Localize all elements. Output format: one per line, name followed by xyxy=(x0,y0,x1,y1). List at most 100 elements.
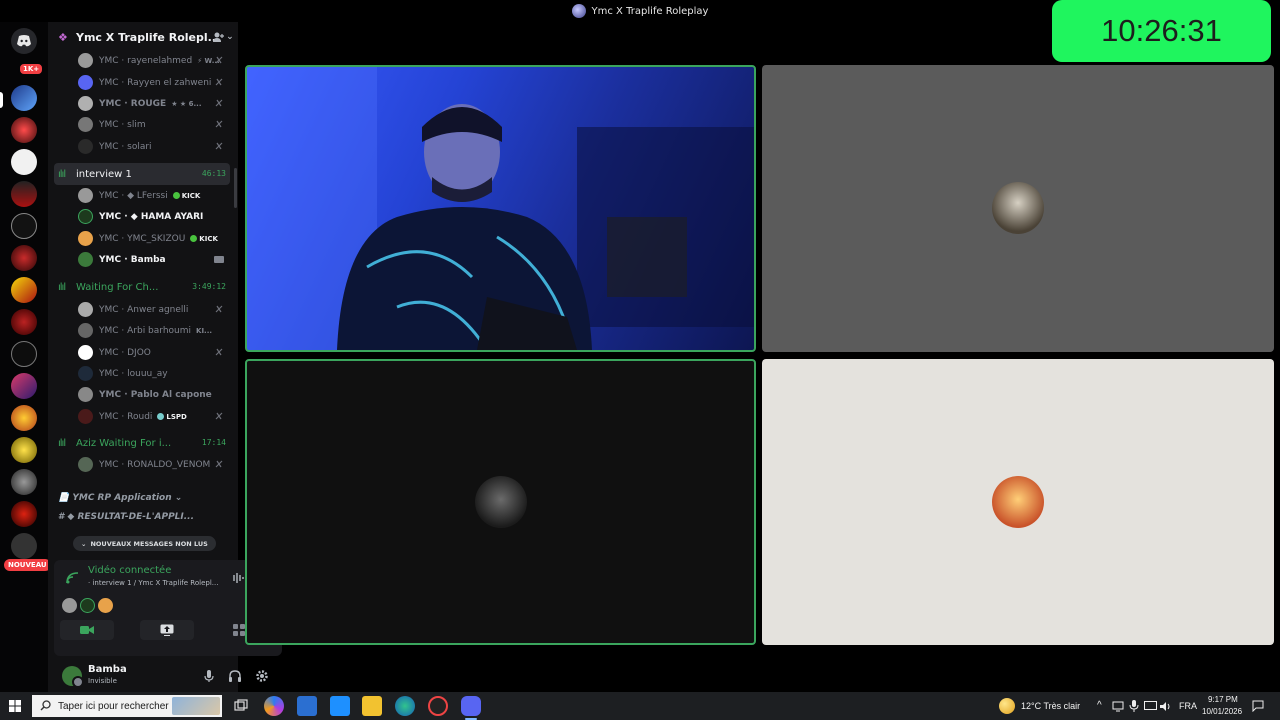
server-icon[interactable] xyxy=(11,149,37,175)
server-icon[interactable] xyxy=(11,85,37,111)
voice-member[interactable]: YMC · slim xyxy=(48,114,234,135)
user-status: Invisible xyxy=(88,677,117,685)
voice-member[interactable]: YMC · DJOO xyxy=(48,342,234,363)
outlook-icon[interactable] xyxy=(330,696,350,716)
avatar xyxy=(98,598,113,613)
server-icon[interactable] xyxy=(11,245,37,271)
invite-people-icon[interactable] xyxy=(212,31,224,43)
discord-taskbar-icon[interactable] xyxy=(461,696,481,720)
video-tile-participant[interactable] xyxy=(762,359,1274,645)
server-icon[interactable] xyxy=(11,341,37,367)
voice-member[interactable]: YMC · Arbi barhoumi KI... xyxy=(48,320,234,341)
voice-member[interactable]: YMC · RONALDO_VENOM xyxy=(48,454,234,475)
voice-member[interactable]: YMC · ◆ LFerssi KICK xyxy=(48,185,234,206)
voice-member[interactable]: YMC · YMC_SKIZOU KICK xyxy=(48,228,234,249)
windows-icon xyxy=(9,700,21,712)
voice-member[interactable]: YMC · Bamba xyxy=(48,249,234,270)
voice-member[interactable]: YMC · Rayyen el zahweni xyxy=(48,72,234,93)
server-icon[interactable] xyxy=(11,213,37,239)
category-header[interactable]: 📄 YMC RP Application ⌄ xyxy=(58,493,182,503)
member-name: YMC · ROUGE xyxy=(99,98,167,109)
member-name: YMC · RONALDO_VENOM xyxy=(99,459,211,470)
avatar xyxy=(78,457,93,472)
display-icon[interactable] xyxy=(1144,701,1157,712)
noise-suppression-icon[interactable] xyxy=(230,572,244,584)
voice-member[interactable]: YMC · ◆ HAMA AYARI xyxy=(48,206,234,227)
voice-member[interactable]: YMC · ROUGE ★ ★ 6... xyxy=(48,93,234,114)
voice-channel-aziz[interactable]: ılıl Aziz Waiting For i... 17:14 xyxy=(54,432,230,454)
volume-icon[interactable] xyxy=(1160,701,1172,712)
notifications-icon[interactable] xyxy=(1252,700,1264,712)
language-indicator[interactable]: FRA xyxy=(1179,701,1197,711)
member-name: YMC · ◆ HAMA AYARI xyxy=(99,211,204,222)
voice-member[interactable]: YMC · rayenelahmed ⚡ W... xyxy=(48,50,234,71)
channel-name: Waiting For Ch... xyxy=(76,281,159,293)
server-icon[interactable] xyxy=(11,181,37,207)
headphones-icon[interactable] xyxy=(228,669,242,683)
server-icon[interactable] xyxy=(11,373,37,399)
task-view-button[interactable] xyxy=(231,696,251,716)
server-boost-icon: ❖ xyxy=(58,31,68,44)
deafened-icon xyxy=(215,120,223,128)
start-button[interactable] xyxy=(0,692,30,720)
server-icon[interactable] xyxy=(11,437,37,463)
sidebar-scrollbar[interactable] xyxy=(234,168,237,208)
new-servers-badge[interactable]: NOUVEAU xyxy=(4,559,51,571)
server-header[interactable]: ❖ Ymc X Traplife Rolepl... ⌄ xyxy=(48,22,238,52)
server-icon[interactable] xyxy=(11,469,37,495)
screen-share-button[interactable] xyxy=(140,620,194,640)
voice-member[interactable]: YMC · Roudi LSPD xyxy=(48,406,234,427)
avatar xyxy=(78,75,93,90)
discord-home-icon[interactable] xyxy=(11,28,37,54)
file-explorer-icon[interactable] xyxy=(362,696,382,716)
video-tile-participant[interactable] xyxy=(245,359,756,645)
edge-icon[interactable] xyxy=(395,696,415,716)
server-icon[interactable] xyxy=(11,533,37,559)
chevron-down-icon: ⌄ xyxy=(81,539,87,548)
member-name: YMC · slim xyxy=(99,119,146,130)
voice-member[interactable]: YMC · Anwer agnelli xyxy=(48,299,234,320)
voice-location[interactable]: · interview 1 / Ymc X Traplife Rolepl... xyxy=(88,579,218,587)
server-icon[interactable] xyxy=(11,501,37,527)
task-view-icon xyxy=(234,699,248,711)
text-channel[interactable]: # ◆ RESULTAT-DE-L'APPLI... xyxy=(58,512,194,522)
avatar xyxy=(78,96,93,111)
chevron-up-icon[interactable]: ^ xyxy=(1097,700,1102,711)
gear-icon[interactable] xyxy=(255,669,269,683)
user-name[interactable]: Bamba xyxy=(88,664,127,675)
user-panel: Bamba Invisible xyxy=(54,656,282,696)
avatar xyxy=(78,366,93,381)
channel-sidebar: ❖ Ymc X Traplife Rolepl... ⌄ YMC · rayen… xyxy=(48,22,282,692)
server-icon[interactable] xyxy=(11,277,37,303)
new-unread-messages-button[interactable]: ⌄ NOUVEAUX MESSAGES NON LUS xyxy=(73,536,216,551)
voice-member[interactable]: YMC · solari xyxy=(48,136,234,157)
app-icon[interactable] xyxy=(428,696,448,716)
video-tile-camera[interactable] xyxy=(245,65,756,352)
microphone-tray-icon[interactable] xyxy=(1129,700,1139,712)
connection-signal-icon[interactable] xyxy=(66,572,80,584)
camera-button[interactable] xyxy=(60,620,114,640)
user-avatar[interactable] xyxy=(62,666,84,688)
weather-moon-icon xyxy=(999,698,1015,714)
taskbar-date[interactable]: 10/01/2026 xyxy=(1202,707,1242,716)
weather-text[interactable]: 12°C Très clair xyxy=(1021,701,1080,711)
video-tile-participant[interactable] xyxy=(762,65,1274,352)
webcam-feed xyxy=(247,67,754,350)
server-icon[interactable] xyxy=(11,405,37,431)
server-icon[interactable] xyxy=(11,117,37,143)
network-icon[interactable] xyxy=(1112,701,1124,712)
taskbar-search[interactable]: Taper ici pour rechercher xyxy=(32,695,222,717)
store-icon[interactable] xyxy=(297,696,317,716)
avatar xyxy=(78,409,93,424)
voice-activity-icon: ılıl xyxy=(58,437,66,449)
microphone-icon[interactable] xyxy=(202,669,216,683)
voice-member[interactable]: YMC · louuu_ay xyxy=(48,363,234,384)
server-icon[interactable] xyxy=(11,309,37,335)
taskbar-time[interactable]: 9:17 PM xyxy=(1208,695,1238,704)
voice-member[interactable]: YMC · Pablo Al capone xyxy=(48,384,234,405)
voice-channel-interview-1[interactable]: ılıl interview 1 46:13 xyxy=(54,163,230,185)
voice-channel-waiting[interactable]: ılıl Waiting For Ch... 3:49:12 xyxy=(54,276,230,298)
camera-icon xyxy=(80,626,94,634)
voice-status[interactable]: Vidéo connectée xyxy=(88,565,171,576)
copilot-icon[interactable] xyxy=(264,696,284,716)
